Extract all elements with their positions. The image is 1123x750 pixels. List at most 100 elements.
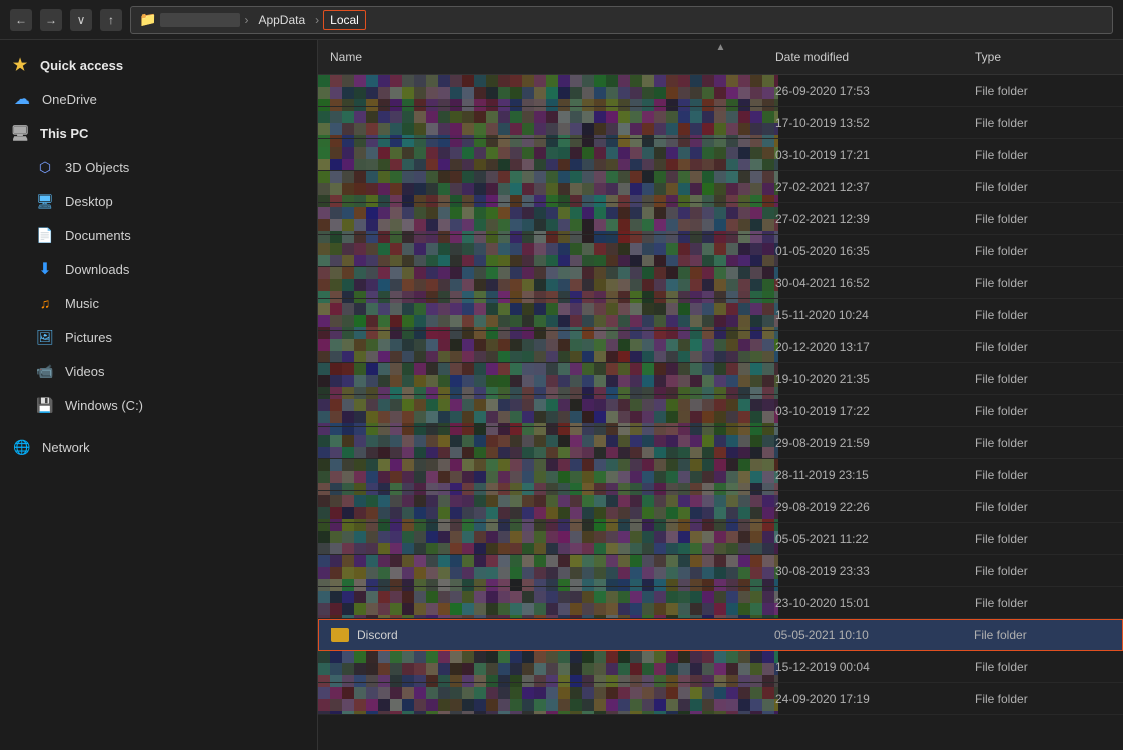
forward-button[interactable]: → bbox=[40, 9, 62, 31]
file-date: 30-08-2019 23:33 bbox=[763, 564, 963, 578]
3d-objects-label: 3D Objects bbox=[65, 160, 129, 175]
network-icon: 🌐 bbox=[12, 437, 32, 457]
quick-access-label: Quick access bbox=[40, 58, 123, 73]
file-type: File folder bbox=[963, 212, 1123, 226]
sidebar-item-downloads[interactable]: ⬇ Downloads bbox=[0, 252, 317, 286]
file-date: 20-12-2020 13:17 bbox=[763, 340, 963, 354]
table-row[interactable]: Discord 05-05-2021 10:10File folder bbox=[318, 619, 1123, 651]
pictures-label: Pictures bbox=[65, 330, 112, 345]
folder-icon bbox=[331, 628, 349, 642]
sort-up-arrow: ▲ bbox=[716, 42, 726, 53]
address-user-segment bbox=[160, 13, 240, 27]
file-type: File folder bbox=[963, 276, 1123, 290]
sidebar-item-videos[interactable]: 📹 Videos bbox=[0, 354, 317, 388]
table-row[interactable]: 15-11-2020 10:24File folder bbox=[318, 299, 1123, 331]
table-row[interactable]: 29-08-2019 21:59File folder bbox=[318, 427, 1123, 459]
col-header-date[interactable]: Date modified bbox=[763, 44, 963, 70]
table-row[interactable]: 30-08-2019 23:33File folder bbox=[318, 555, 1123, 587]
table-row[interactable]: 17-10-2019 13:52File folder bbox=[318, 107, 1123, 139]
sidebar-item-pictures[interactable]: 🖼 Pictures bbox=[0, 320, 317, 354]
sidebar-item-quick-access[interactable]: ★ Quick access bbox=[0, 48, 317, 82]
sidebar-item-music[interactable]: ♫ Music bbox=[0, 286, 317, 320]
sidebar-item-network[interactable]: 🌐 Network bbox=[0, 430, 317, 464]
documents-label: Documents bbox=[65, 228, 131, 243]
file-date: 05-05-2021 11:22 bbox=[763, 532, 963, 546]
table-row[interactable]: 01-05-2020 16:35File folder bbox=[318, 235, 1123, 267]
table-row[interactable]: 19-10-2020 21:35File folder bbox=[318, 363, 1123, 395]
music-icon: ♫ bbox=[35, 293, 55, 313]
windows-c-label: Windows (C:) bbox=[65, 398, 143, 413]
table-row[interactable]: 05-05-2021 11:22File folder bbox=[318, 523, 1123, 555]
main-layout: ★ Quick access ☁ OneDrive 🖥 This PC ⬡ 3D… bbox=[0, 40, 1123, 750]
table-row[interactable]: 03-10-2019 17:21File folder bbox=[318, 139, 1123, 171]
desktop-icon: 🖥 bbox=[35, 191, 55, 211]
separator-2: › bbox=[315, 13, 319, 27]
file-type: File folder bbox=[963, 308, 1123, 322]
table-row[interactable]: 28-11-2019 23:15File folder bbox=[318, 459, 1123, 491]
drive-icon: 💾 bbox=[35, 395, 55, 415]
file-date: 01-05-2020 16:35 bbox=[763, 244, 963, 258]
col-header-name[interactable]: Name bbox=[318, 44, 763, 70]
table-row[interactable]: 27-02-2021 12:37File folder bbox=[318, 171, 1123, 203]
table-row[interactable]: 29-08-2019 22:26File folder bbox=[318, 491, 1123, 523]
table-row[interactable]: 20-12-2020 13:17File folder bbox=[318, 331, 1123, 363]
separator-1: › bbox=[244, 13, 248, 27]
back-button[interactable]: ← bbox=[10, 9, 32, 31]
file-date: 24-09-2020 17:19 bbox=[763, 692, 963, 706]
table-row[interactable]: 26-09-2020 17:53File folder bbox=[318, 75, 1123, 107]
address-bar[interactable]: 📁 › AppData › Local bbox=[130, 6, 1113, 34]
file-type: File folder bbox=[963, 596, 1123, 610]
sidebar-item-windows-c[interactable]: 💾 Windows (C:) bbox=[0, 388, 317, 422]
cloud-icon: ☁ bbox=[12, 89, 32, 109]
address-local[interactable]: Local bbox=[323, 10, 366, 30]
file-date: 28-11-2019 23:15 bbox=[763, 468, 963, 482]
col-header-type[interactable]: Type bbox=[963, 44, 1123, 70]
sidebar: ★ Quick access ☁ OneDrive 🖥 This PC ⬡ 3D… bbox=[0, 40, 318, 750]
sidebar-item-this-pc[interactable]: 🖥 This PC bbox=[0, 116, 317, 150]
file-date: 15-12-2019 00:04 bbox=[763, 660, 963, 674]
sidebar-item-documents[interactable]: 📄 Documents bbox=[0, 218, 317, 252]
table-row[interactable]: 15-12-2019 00:04File folder bbox=[318, 651, 1123, 683]
sidebar-item-3d-objects[interactable]: ⬡ 3D Objects bbox=[0, 150, 317, 184]
up-button[interactable]: ↑ bbox=[100, 9, 122, 31]
file-type: File folder bbox=[962, 628, 1122, 642]
file-type: File folder bbox=[963, 244, 1123, 258]
file-type: File folder bbox=[963, 404, 1123, 418]
file-date: 17-10-2019 13:52 bbox=[763, 116, 963, 130]
file-date: 05-05-2021 10:10 bbox=[762, 628, 962, 642]
file-type: File folder bbox=[963, 148, 1123, 162]
table-row[interactable]: 27-02-2021 12:39File folder bbox=[318, 203, 1123, 235]
table-row[interactable]: 30-04-2021 16:52File folder bbox=[318, 267, 1123, 299]
file-date: 23-10-2020 15:01 bbox=[763, 596, 963, 610]
sidebar-item-onedrive[interactable]: ☁ OneDrive bbox=[0, 82, 317, 116]
network-label: Network bbox=[42, 440, 90, 455]
content-area: ▲ Name Date modified Type 26-09-2020 17:… bbox=[318, 40, 1123, 750]
file-list[interactable]: 26-09-2020 17:53File folder17-10-2019 13… bbox=[318, 75, 1123, 750]
file-date: 03-10-2019 17:21 bbox=[763, 148, 963, 162]
recent-button[interactable]: ∨ bbox=[70, 9, 92, 31]
file-name: Discord bbox=[357, 628, 398, 642]
address-appdata[interactable]: AppData bbox=[252, 11, 311, 29]
table-row[interactable]: 03-10-2019 17:22File folder bbox=[318, 395, 1123, 427]
documents-icon: 📄 bbox=[35, 225, 55, 245]
pc-icon: 🖥 bbox=[10, 123, 30, 143]
3d-objects-icon: ⬡ bbox=[35, 157, 55, 177]
file-type: File folder bbox=[963, 372, 1123, 386]
file-type: File folder bbox=[963, 436, 1123, 450]
file-type: File folder bbox=[963, 340, 1123, 354]
titlebar: ← → ∨ ↑ 📁 › AppData › Local bbox=[0, 0, 1123, 40]
file-type: File folder bbox=[963, 532, 1123, 546]
table-row[interactable]: 23-10-2020 15:01File folder bbox=[318, 587, 1123, 619]
file-date: 27-02-2021 12:39 bbox=[763, 212, 963, 226]
file-type: File folder bbox=[963, 116, 1123, 130]
file-date: 26-09-2020 17:53 bbox=[763, 84, 963, 98]
column-headers: ▲ Name Date modified Type bbox=[318, 40, 1123, 75]
file-type: File folder bbox=[963, 84, 1123, 98]
sidebar-item-desktop[interactable]: 🖥 Desktop bbox=[0, 184, 317, 218]
file-type: File folder bbox=[963, 500, 1123, 514]
file-type: File folder bbox=[963, 468, 1123, 482]
file-date: 29-08-2019 22:26 bbox=[763, 500, 963, 514]
table-row[interactable]: 24-09-2020 17:19File folder bbox=[318, 683, 1123, 715]
star-icon: ★ bbox=[10, 55, 30, 75]
file-date: 27-02-2021 12:37 bbox=[763, 180, 963, 194]
